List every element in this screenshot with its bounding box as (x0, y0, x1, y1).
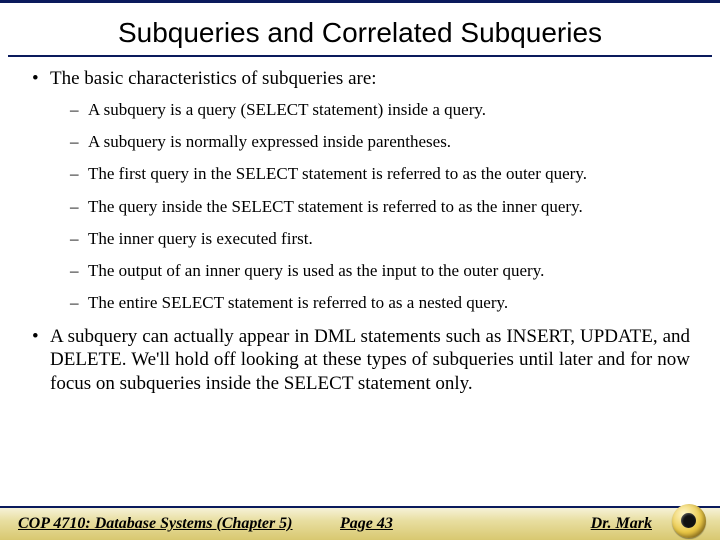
content-area: The basic characteristics of subqueries … (0, 63, 720, 396)
bullet-main-0: The basic characteristics of subqueries … (30, 67, 690, 314)
footer-page: Page 43 (340, 515, 520, 533)
main-list: The basic characteristics of subqueries … (30, 67, 690, 396)
sub-item: The inner query is executed first. (70, 228, 690, 249)
sub-list: A subquery is a query (SELECT statement)… (50, 99, 690, 314)
sub-item: A subquery is a query (SELECT statement)… (70, 99, 690, 120)
bullet-main-1: A subquery can actually appear in DML st… (30, 325, 690, 396)
slide-title: Subqueries and Correlated Subqueries (0, 3, 720, 55)
footer-bar: COP 4710: Database Systems (Chapter 5) P… (0, 506, 720, 540)
university-logo-icon (672, 504, 706, 538)
bullet-main-0-text: The basic characteristics of subqueries … (50, 68, 377, 89)
title-underline (8, 55, 712, 57)
sub-item: A subquery is normally expressed inside … (70, 131, 690, 152)
sub-item: The first query in the SELECT statement … (70, 163, 690, 184)
sub-item: The output of an inner query is used as … (70, 260, 690, 281)
sub-item: The entire SELECT statement is referred … (70, 292, 690, 313)
sub-item: The query inside the SELECT statement is… (70, 196, 690, 217)
footer-course: COP 4710: Database Systems (Chapter 5) (0, 515, 340, 533)
